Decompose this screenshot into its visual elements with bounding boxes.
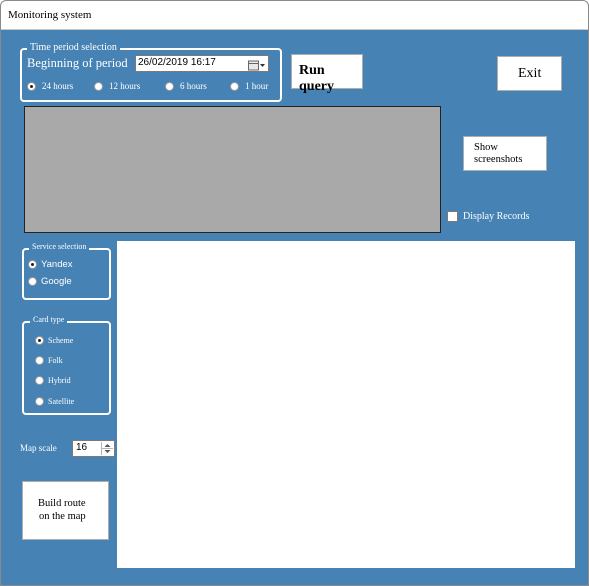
card-type-group: Card type Scheme Folk Hybrid Satellite — [22, 315, 111, 415]
radio-1h[interactable] — [230, 82, 239, 91]
radio-12h[interactable] — [94, 82, 103, 91]
build-route-label-2: on the map — [39, 511, 86, 522]
radio-google[interactable] — [28, 277, 37, 286]
period-option-12h-label: 12 hours — [109, 81, 141, 91]
period-option-6h[interactable]: 6 hours — [165, 81, 220, 93]
card-type-option-folk-label: Folk — [48, 356, 63, 365]
period-option-12h[interactable]: 12 hours — [94, 81, 156, 93]
display-records-label: Display Records — [463, 211, 530, 222]
radio-scheme[interactable] — [35, 336, 44, 345]
period-option-1h-label: 1 hour — [245, 81, 269, 91]
card-type-option-folk[interactable]: Folk — [35, 355, 100, 367]
show-screenshots-button[interactable]: Show screenshots — [463, 136, 547, 171]
card-type-option-hybrid[interactable]: Hybrid — [35, 375, 100, 387]
time-period-group: Time period selection Beginning of perio… — [20, 42, 282, 102]
time-period-legend: Time period selection — [27, 42, 120, 53]
spinner-icon[interactable] — [101, 442, 113, 455]
title-bar: Monitoring system — [1, 1, 588, 30]
screenshot-panel — [24, 106, 441, 233]
exit-label: Exit — [518, 66, 542, 81]
service-option-yandex-label: Yandex — [41, 259, 73, 270]
radio-folk[interactable] — [35, 356, 44, 365]
service-option-google[interactable]: Google — [28, 276, 98, 288]
radio-6h[interactable] — [165, 82, 174, 91]
period-option-24h[interactable]: 24 hours — [27, 81, 85, 93]
map-scale-label: Map scale — [20, 443, 57, 453]
radio-24h[interactable] — [27, 82, 36, 91]
show-screenshots-label-2: screenshots — [474, 154, 523, 165]
card-type-option-scheme[interactable]: Scheme — [35, 335, 100, 347]
window-title: Monitoring system — [8, 9, 92, 21]
service-option-google-label: Google — [41, 276, 72, 287]
radio-hybrid[interactable] — [35, 376, 44, 385]
card-type-option-satellite[interactable]: Satellite — [35, 396, 100, 408]
beginning-of-period-label: Beginning of period — [27, 56, 128, 70]
show-screenshots-label-1: Show — [474, 142, 498, 153]
client-area: Time period selection Beginning of perio… — [7, 30, 582, 585]
radio-satellite[interactable] — [35, 397, 44, 406]
app-window: Monitoring system Time period selection … — [0, 0, 589, 586]
map-scale-stepper[interactable]: 16 — [72, 440, 115, 457]
datetime-picker[interactable]: 26/02/2019 16:17 — [135, 55, 269, 72]
calendar-icon[interactable] — [248, 58, 266, 71]
card-type-option-scheme-label: Scheme — [48, 336, 74, 345]
radio-yandex[interactable] — [28, 260, 37, 269]
service-option-yandex[interactable]: Yandex — [28, 259, 98, 271]
card-type-option-satellite-label: Satellite — [48, 397, 75, 406]
period-option-6h-label: 6 hours — [180, 81, 207, 91]
run-query-button[interactable]: Run query — [291, 54, 363, 94]
display-records-checkbox[interactable] — [447, 211, 458, 222]
datetime-value: 26/02/2019 16:17 — [138, 57, 216, 68]
card-type-legend: Card type — [30, 315, 68, 324]
run-query-label: Run query — [299, 63, 334, 94]
map-scale-value: 16 — [76, 442, 88, 453]
period-option-24h-label: 24 hours — [42, 81, 74, 91]
build-route-label-1: Build route — [38, 498, 86, 509]
period-option-1h[interactable]: 1 hour — [230, 81, 278, 93]
display-records-option[interactable]: Display Records — [447, 210, 557, 224]
map-display-area[interactable] — [117, 241, 575, 568]
build-route-button[interactable]: Build route on the map — [22, 481, 109, 540]
service-selection-legend: Service selection — [29, 242, 90, 251]
service-selection-group: Service selection Yandex Google — [22, 242, 111, 300]
exit-button[interactable]: Exit — [497, 56, 562, 91]
card-type-option-hybrid-label: Hybrid — [48, 376, 71, 385]
